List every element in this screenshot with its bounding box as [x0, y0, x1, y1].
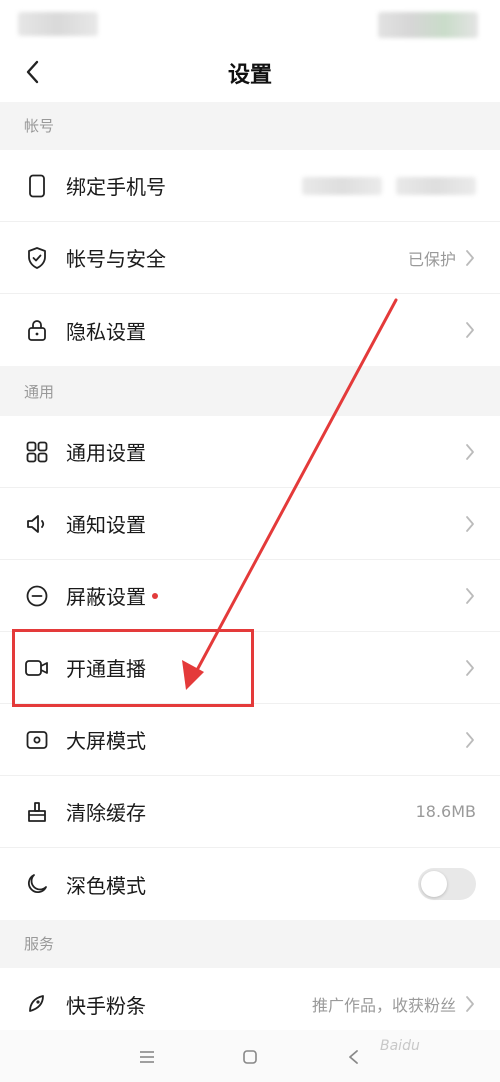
settings-item-label: 绑定手机号 [66, 175, 166, 199]
status-bar-blurred-right [378, 12, 478, 38]
settings-item-general[interactable]: 通用设置 [0, 416, 500, 488]
settings-item-phone[interactable]: 绑定手机号 [0, 150, 500, 222]
back-triangle-icon [349, 1050, 358, 1064]
settings-item-block[interactable]: 屏蔽设置 [0, 560, 500, 632]
settings-item-live[interactable]: 开通直播 [0, 632, 500, 704]
settings-item-label: 深色模式 [66, 873, 146, 898]
darkmode-toggle[interactable] [418, 868, 476, 900]
new-badge-dot [152, 592, 158, 599]
settings-item-darkmode[interactable]: 深色模式 [0, 848, 500, 920]
account-group: 绑定手机号 帐号与安全 已保护 隐私设置 [0, 150, 500, 366]
menu-icon [140, 1051, 154, 1063]
security-status: 已保护 [407, 249, 456, 269]
section-header-account: 帐号 [0, 102, 500, 150]
speaker-icon [24, 511, 50, 537]
status-bar-blurred-left [18, 12, 98, 36]
nav-bar: 设置 [0, 44, 500, 102]
chevron-right-icon [464, 730, 476, 750]
grid-icon [24, 439, 50, 465]
home-button[interactable] [235, 1042, 265, 1072]
fans-description: 推广作品，收获粉丝 [311, 996, 456, 1015]
settings-item-label: 大屏模式 [66, 729, 146, 753]
broom-icon [24, 799, 50, 825]
chevron-right-icon [464, 994, 476, 1014]
screen-icon [24, 727, 50, 753]
menu-button[interactable] [132, 1042, 162, 1072]
chevron-right-icon [464, 320, 476, 340]
settings-item-privacy[interactable]: 隐私设置 [0, 294, 500, 366]
rocket-icon [24, 991, 50, 1017]
chevron-right-icon [464, 514, 476, 534]
settings-item-label: 通知设置 [66, 513, 146, 537]
watermark: Baidu [380, 1038, 420, 1054]
settings-item-label: 开通直播 [66, 657, 146, 681]
home-square-icon [243, 1050, 257, 1064]
section-header-services: 服务 [0, 920, 500, 968]
video-camera-icon [24, 655, 50, 681]
settings-item-label: 帐号与安全 [66, 247, 166, 271]
settings-item-label: 屏蔽设置 [66, 581, 464, 610]
services-group: 快手粉条 推广作品，收获粉丝 [0, 968, 500, 1030]
settings-item-notification[interactable]: 通知设置 [0, 488, 500, 560]
page-title: 设置 [227, 63, 272, 88]
settings-item-fans[interactable]: 快手粉条 推广作品，收获粉丝 [0, 968, 500, 1030]
chevron-right-icon [464, 586, 476, 606]
section-header-general: 通用 [0, 368, 500, 416]
chevron-right-icon [464, 442, 476, 462]
settings-item-label: 隐私设置 [66, 319, 146, 344]
system-back-button[interactable] [338, 1042, 368, 1072]
system-nav-bar: Baidu [0, 1030, 500, 1082]
shield-icon [24, 245, 50, 271]
phone-number-blurred [302, 176, 476, 195]
settings-item-label: 快手粉条 [66, 993, 146, 1018]
settings-item-label: 清除缓存 [66, 801, 146, 825]
toggle-knob [421, 871, 447, 897]
general-group: 通用设置 通知设置 屏蔽设置 开通直播 大屏模式 清除缓存 18.6MB 深色模… [0, 416, 500, 920]
cache-size: 18.6MB [415, 802, 476, 821]
moon-icon [24, 871, 50, 897]
lock-icon [24, 317, 50, 343]
chevron-right-icon [464, 248, 476, 268]
chevron-right-icon [464, 658, 476, 678]
block-label-text: 屏蔽设置 [66, 585, 146, 609]
phone-icon [24, 173, 50, 199]
settings-item-cache[interactable]: 清除缓存 18.6MB [0, 776, 500, 848]
settings-item-security[interactable]: 帐号与安全 已保护 [0, 222, 500, 294]
settings-item-bigscreen[interactable]: 大屏模式 [0, 704, 500, 776]
block-icon [24, 583, 50, 609]
status-bar [0, 0, 500, 44]
settings-item-label: 通用设置 [66, 441, 146, 465]
